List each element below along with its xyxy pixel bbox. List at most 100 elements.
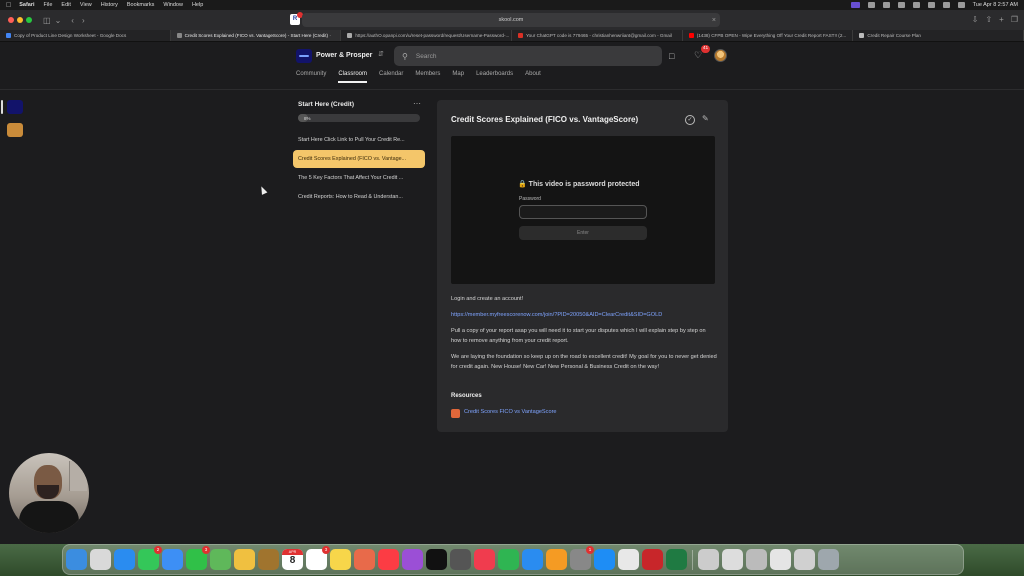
browser-tab[interactable]: Credit Repair Course Plan bbox=[853, 30, 1024, 41]
messages-icon[interactable]: 2 bbox=[138, 546, 162, 570]
chat-icon[interactable]: □ bbox=[669, 51, 674, 61]
finder-icon[interactable] bbox=[66, 549, 87, 570]
enter-button[interactable]: Enter bbox=[519, 226, 647, 240]
zoom-window-button[interactable] bbox=[26, 17, 32, 23]
close-icon[interactable]: × bbox=[712, 17, 716, 24]
tab-leaderboards[interactable]: Leaderboards bbox=[476, 71, 513, 85]
screen-record-icon[interactable] bbox=[850, 2, 860, 8]
tab-map[interactable]: Map bbox=[452, 71, 464, 85]
signup-link[interactable]: https://member.myfreescorenow.com/join/?… bbox=[451, 310, 717, 320]
paragraph-intro: Login and create an account! bbox=[451, 296, 524, 302]
address-bar[interactable]: skool.com × bbox=[302, 13, 720, 27]
community-logo[interactable] bbox=[296, 49, 312, 63]
pdf-icon[interactable] bbox=[642, 549, 663, 570]
launchpad-icon[interactable] bbox=[90, 549, 111, 570]
keynote-icon[interactable] bbox=[522, 549, 543, 570]
menu-window[interactable]: Window bbox=[163, 2, 183, 8]
lesson-item[interactable]: Credit Reports: How to Read & Understan.… bbox=[293, 188, 425, 206]
photos-flower-icon[interactable] bbox=[354, 549, 375, 570]
minimize-window-button[interactable] bbox=[17, 17, 23, 23]
search-bar[interactable]: ⚲ bbox=[394, 46, 662, 66]
maps-icon[interactable] bbox=[210, 549, 231, 570]
lesson-item-active[interactable]: Credit Scores Explained (FICO vs. Vantag… bbox=[293, 150, 425, 168]
search-spotlight-icon[interactable] bbox=[942, 2, 950, 8]
menu-file[interactable]: File bbox=[44, 2, 53, 8]
chrome-icon[interactable] bbox=[618, 549, 639, 570]
lesson-item[interactable]: The 5 Key Factors That Affect Your Credi… bbox=[293, 169, 425, 187]
numbers-icon[interactable] bbox=[498, 549, 519, 570]
resource-link[interactable]: Credit Scores FICO vs VantageScore bbox=[464, 409, 557, 415]
trash-icon[interactable] bbox=[818, 549, 839, 570]
status-icon-1[interactable] bbox=[867, 2, 875, 8]
recent-window-1-icon[interactable] bbox=[698, 549, 719, 570]
tab-about[interactable]: About bbox=[525, 71, 541, 85]
share-icon[interactable]: ⇧ bbox=[985, 15, 992, 24]
tab-members[interactable]: Members bbox=[415, 71, 440, 85]
community-switch-power-prosper[interactable] bbox=[7, 100, 23, 114]
bell-icon[interactable]: ♡ bbox=[694, 50, 702, 61]
mail-icon[interactable] bbox=[162, 549, 183, 570]
facetime-icon[interactable]: 3 bbox=[186, 546, 210, 570]
tab-overview-icon[interactable]: ❐ bbox=[1011, 15, 1018, 24]
recent-window-5-icon[interactable] bbox=[794, 549, 815, 570]
wifi-icon[interactable] bbox=[912, 2, 920, 8]
browser-tab[interactable]: (1438) CFPB OPEN - Wipe Everything Off Y… bbox=[683, 30, 854, 41]
close-window-button[interactable] bbox=[8, 17, 14, 23]
podcasts-icon[interactable] bbox=[402, 549, 423, 570]
excel-icon[interactable] bbox=[666, 549, 687, 570]
download-icon[interactable]: ⇩ bbox=[972, 15, 979, 24]
tv-icon[interactable] bbox=[426, 549, 447, 570]
pages-icon[interactable] bbox=[546, 549, 567, 570]
menu-edit[interactable]: Edit bbox=[61, 2, 70, 8]
browser-tab-active[interactable]: Credit Scores Explained (FICO vs. Vantag… bbox=[170, 30, 342, 41]
browser-tab[interactable]: Copy of Product Line Design Worksheet - … bbox=[0, 30, 171, 41]
tab-calendar[interactable]: Calendar bbox=[379, 71, 403, 85]
reminders-icon[interactable]: 3 bbox=[306, 546, 330, 570]
community-switch-other[interactable] bbox=[7, 123, 23, 137]
password-field[interactable] bbox=[519, 205, 647, 219]
control-center-icon[interactable] bbox=[957, 2, 965, 8]
recent-window-2-icon[interactable] bbox=[722, 549, 743, 570]
extension-icon[interactable]: R bbox=[290, 12, 303, 25]
battery-icon[interactable] bbox=[927, 2, 935, 8]
forward-icon[interactable]: › bbox=[82, 16, 85, 25]
chevron-updown-icon[interactable]: ⇵ bbox=[378, 50, 384, 58]
bluetooth-icon[interactable] bbox=[897, 2, 905, 8]
menu-app-name[interactable]: Safari bbox=[19, 2, 34, 8]
sidebar-toggle-icon[interactable]: ◫ bbox=[43, 16, 51, 25]
calendar-icon[interactable]: APR 8 bbox=[282, 549, 303, 570]
menu-help[interactable]: Help bbox=[192, 2, 203, 8]
nav-tabs: Community Classroom Calendar Members Map… bbox=[296, 71, 553, 85]
community-name[interactable]: Power & Prosper bbox=[316, 52, 372, 59]
avatar[interactable] bbox=[714, 49, 727, 62]
new-tab-icon[interactable]: + bbox=[999, 15, 1004, 24]
status-icon-2[interactable] bbox=[882, 2, 890, 8]
browser-tab[interactable]: Your ChatGPT code is 779465 - christianh… bbox=[512, 30, 683, 41]
recent-window-3-icon[interactable] bbox=[746, 549, 767, 570]
menu-view[interactable]: View bbox=[80, 2, 92, 8]
music-icon[interactable] bbox=[378, 549, 399, 570]
recent-window-4-icon[interactable] bbox=[770, 549, 791, 570]
check-icon[interactable]: ✓ bbox=[685, 115, 695, 125]
browser-tab[interactable]: https://authO.opanpi.com/u/reset-passwor… bbox=[341, 30, 513, 41]
search-input[interactable] bbox=[415, 52, 636, 60]
tab-community[interactable]: Community bbox=[296, 71, 326, 85]
system-settings-icon[interactable]: 1 bbox=[570, 546, 594, 570]
app-store-icon[interactable] bbox=[594, 549, 615, 570]
photos-icon[interactable] bbox=[234, 549, 255, 570]
tab-classroom[interactable]: Classroom bbox=[338, 71, 367, 85]
safari-icon[interactable] bbox=[114, 549, 135, 570]
notes-icon[interactable] bbox=[330, 549, 351, 570]
more-options-icon[interactable]: ⋯ bbox=[413, 99, 421, 108]
lesson-item[interactable]: Start Here Click Link to Pull Your Credi… bbox=[293, 131, 425, 149]
chevron-down-icon[interactable]: ⌄ bbox=[55, 16, 62, 25]
calculator-icon[interactable] bbox=[450, 549, 471, 570]
menu-bookmarks[interactable]: Bookmarks bbox=[127, 2, 155, 8]
back-icon[interactable]: ‹ bbox=[71, 16, 74, 25]
menubar-clock[interactable]: Tue Apr 8 2:57 AM bbox=[973, 2, 1018, 8]
pencil-icon[interactable]: ✎ bbox=[702, 114, 709, 123]
news-icon[interactable] bbox=[474, 549, 495, 570]
apple-icon[interactable]:  bbox=[6, 2, 11, 9]
menu-history[interactable]: History bbox=[101, 2, 118, 8]
notes-brown-icon[interactable] bbox=[258, 549, 279, 570]
